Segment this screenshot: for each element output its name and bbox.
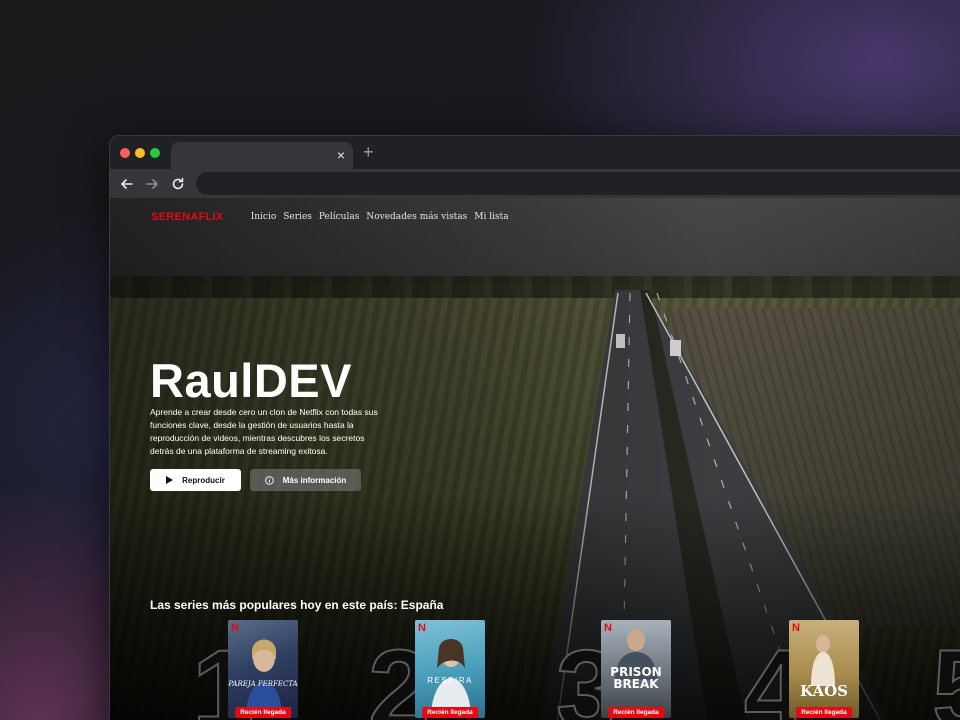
browser-window: × + SERENAFLIX Inicio Series Películas N…: [109, 135, 960, 720]
poster-prison-break[interactable]: N PRISON BREAK Recién llegada: [601, 620, 671, 718]
play-button-label: Reproducir: [182, 475, 225, 485]
netflix-brand-mark: N: [231, 622, 239, 634]
poster-title: PRISON BREAK: [610, 665, 662, 691]
play-icon: [166, 476, 174, 484]
poster-pareja-perfecta[interactable]: N PAREJA PERFECTA Recién llegada: [228, 620, 298, 718]
address-bar[interactable]: [196, 172, 960, 195]
poster-title: PAREJA PERFECTA: [228, 680, 298, 688]
netflix-brand-mark: N: [604, 622, 612, 634]
maximize-window-button[interactable]: [150, 148, 160, 158]
tab-bar: × +: [110, 136, 960, 169]
new-arrival-badge: Recién llegada: [235, 707, 291, 718]
nav-inicio[interactable]: Inicio: [251, 212, 277, 222]
new-arrival-badge: Recién llegada: [608, 707, 664, 718]
poster-title: KAOS: [800, 682, 848, 700]
hero-title: RaulDEV: [150, 354, 352, 407]
close-window-button[interactable]: [120, 148, 130, 158]
play-button[interactable]: Reproducir: [150, 469, 241, 491]
top10-row-title: Las series más populares hoy en este paí…: [150, 598, 444, 612]
netflix-brand-mark: N: [792, 622, 800, 634]
hero-description: Aprende a crear desde cero un clon de Ne…: [150, 407, 378, 456]
brand-logo[interactable]: SERENAFLIX: [151, 211, 224, 223]
poster-title: RESPIRA: [427, 676, 473, 685]
more-info-button[interactable]: Más información: [250, 469, 361, 491]
top-nav: SERENAFLIX Inicio Series Películas Noved…: [151, 211, 516, 223]
rank-number: 5: [931, 633, 960, 720]
nav-mi-lista[interactable]: Mi lista: [474, 212, 508, 222]
new-tab-button[interactable]: +: [363, 143, 374, 161]
info-icon: [264, 475, 274, 485]
new-arrival-badge: Recién llegada: [422, 707, 478, 718]
tab-close-icon[interactable]: ×: [337, 147, 345, 163]
poster-kaos[interactable]: N KAOS Recién llegada: [789, 620, 859, 718]
nav-series[interactable]: Series: [283, 212, 312, 222]
arrow-left-icon[interactable]: [118, 175, 136, 193]
minimize-window-button[interactable]: [135, 148, 145, 158]
browser-tab[interactable]: ×: [171, 142, 353, 169]
browser-toolbar: [110, 169, 960, 198]
more-info-label: Más información: [282, 475, 347, 485]
top10-row: 1 N PAREJA PERFECTA Recién llegada 2 N R…: [110, 618, 960, 720]
nav-peliculas[interactable]: Películas: [319, 212, 359, 222]
poster-respira[interactable]: N RESPIRA Recién llegada: [415, 620, 485, 718]
page-viewport: SERENAFLIX Inicio Series Películas Noved…: [110, 198, 960, 720]
new-arrival-badge: Recién llegada: [796, 707, 852, 718]
arrow-right-icon[interactable]: [143, 175, 161, 193]
netflix-brand-mark: N: [418, 622, 426, 634]
nav-novedades[interactable]: Novedades más vistas: [366, 212, 467, 222]
reload-icon[interactable]: [169, 175, 187, 193]
